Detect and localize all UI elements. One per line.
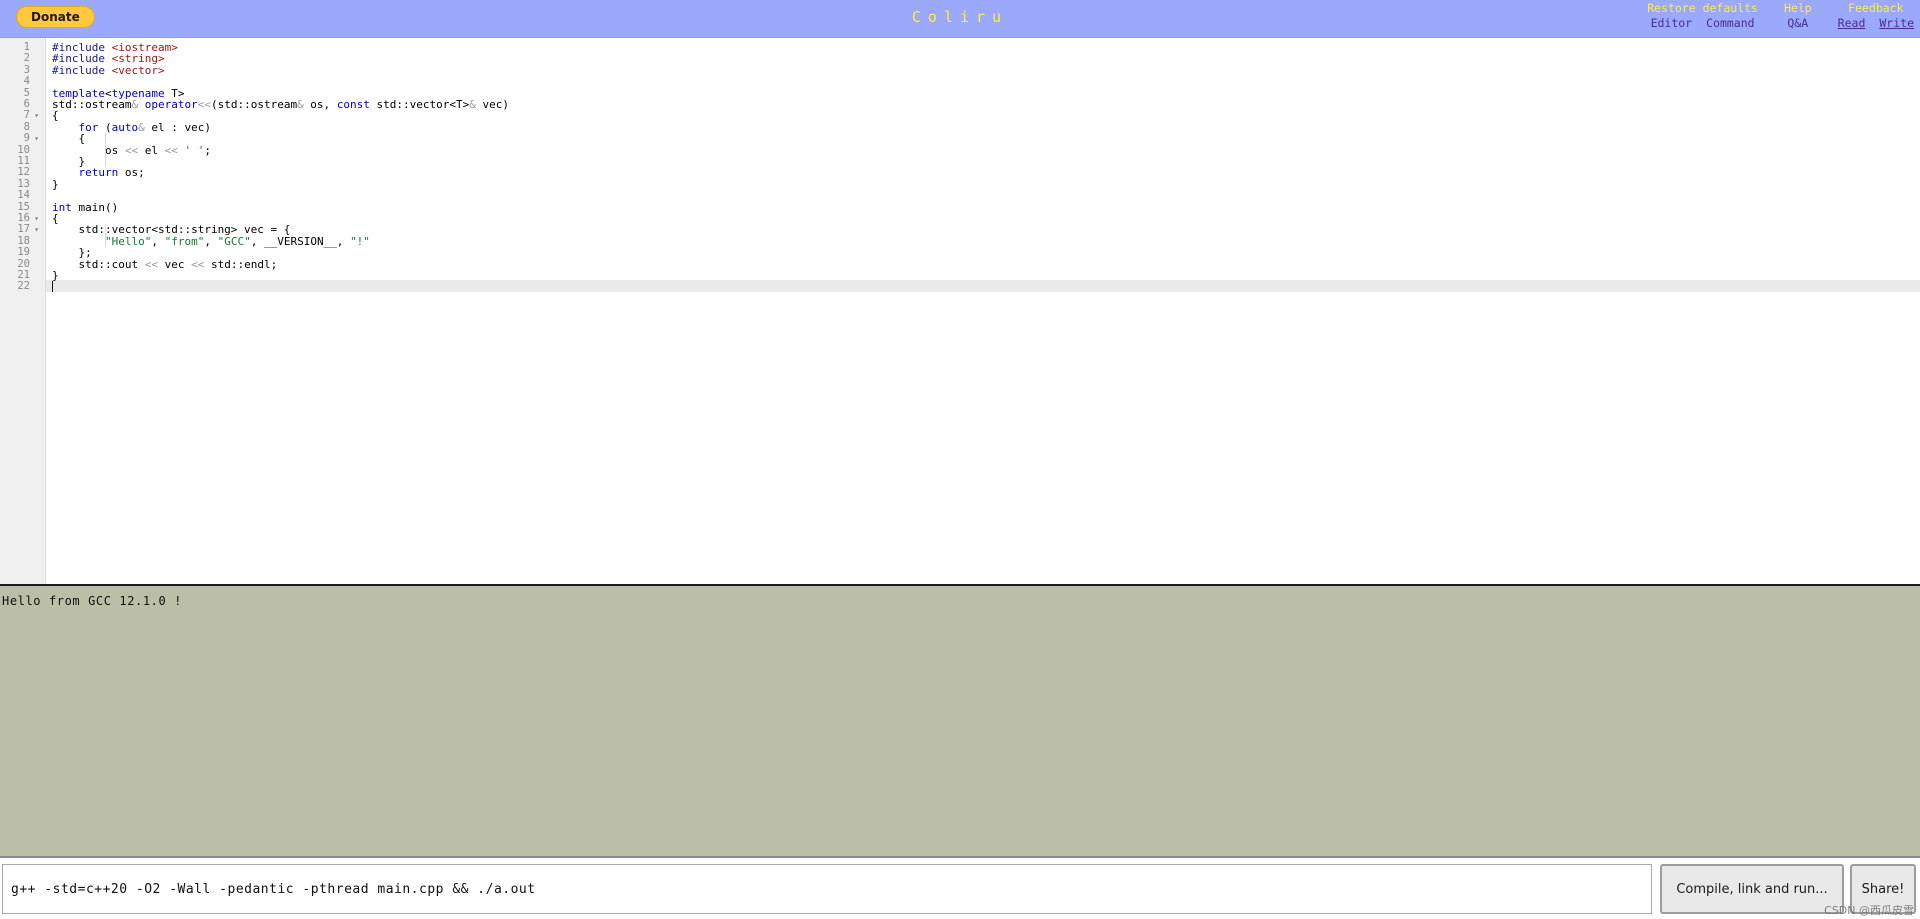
- link-feedback-write[interactable]: Write: [1879, 16, 1914, 30]
- link-help-qa[interactable]: Q&A: [1787, 16, 1808, 30]
- link-feedback-read[interactable]: Read: [1838, 16, 1866, 30]
- help-links: Q&A: [1784, 16, 1812, 30]
- feedback-label: Feedback: [1848, 1, 1904, 15]
- line-number: 14: [17, 189, 30, 202]
- code-text: int main(): [52, 200, 119, 214]
- indent-guide: [105, 224, 107, 248]
- link-restore-editor[interactable]: Editor: [1651, 16, 1693, 30]
- csdn-watermark: CSDN @西瓜皮雪: [1824, 904, 1914, 917]
- restore-defaults-links: Editor Command: [1647, 16, 1758, 30]
- line-number: 19: [17, 246, 30, 259]
- code-text: };: [52, 246, 92, 260]
- compile-command-input[interactable]: [2, 864, 1652, 914]
- coliru-app: Donate Coliru Restore defaults Editor Co…: [0, 0, 1920, 919]
- program-output-pane: Hello from GCC 12.1.0 !: [0, 584, 1920, 858]
- bottom-toolbar: Compile, link and run... Share! CSDN @西瓜…: [0, 858, 1920, 919]
- line-number: 22: [17, 280, 30, 293]
- header-group-restore-defaults: Restore defaults Editor Command: [1647, 1, 1758, 30]
- header-links: Restore defaults Editor Command Help Q&A…: [1647, 1, 1914, 30]
- link-restore-command[interactable]: Command: [1706, 16, 1754, 30]
- code-editor[interactable]: 1 #include <iostream> 2 #include <string> 3 #…: [0, 38, 1920, 584]
- line-number: 9: [23, 132, 30, 145]
- code-text: }: [52, 269, 59, 282]
- restore-defaults-label: Restore defaults: [1647, 1, 1758, 15]
- fold-toggle-icon[interactable]: ▾: [32, 110, 41, 121]
- site-title: Coliru: [911, 8, 1009, 26]
- active-line-highlight: [46, 280, 1920, 292]
- compile-link-run-button[interactable]: Compile, link and run...: [1660, 864, 1844, 914]
- line-number: 4: [23, 75, 30, 88]
- fold-toggle-icon[interactable]: ▾: [32, 213, 41, 224]
- text-cursor: [52, 281, 53, 293]
- header-group-help: Help Q&A: [1783, 1, 1812, 30]
- top-header-bar: Donate Coliru Restore defaults Editor Co…: [0, 0, 1920, 38]
- code-text: return os;: [78, 166, 145, 180]
- code-text: #include <vector>: [52, 63, 165, 77]
- program-output-text: Hello from GCC 12.1.0 !: [2, 594, 182, 608]
- code-text: "Hello", "from", "GCC", __VERSION__, "!": [104, 234, 370, 248]
- code-text: std::cout << vec << std::endl;: [52, 257, 278, 271]
- fold-toggle-icon[interactable]: ▾: [32, 133, 41, 144]
- indent-guide: [105, 133, 107, 168]
- fold-toggle-icon[interactable]: ▾: [32, 224, 41, 235]
- header-group-feedback: Feedback Read Write: [1838, 1, 1914, 30]
- code-text: {: [52, 132, 86, 146]
- code-text: std::ostream& operator<<(std::ostream& o…: [52, 98, 510, 111]
- feedback-links: Read Write: [1838, 16, 1914, 30]
- help-label: Help: [1783, 1, 1812, 15]
- code-area[interactable]: 1 #include <iostream> 2 #include <string> 3 #…: [0, 38, 1920, 584]
- code-text: }: [52, 177, 59, 191]
